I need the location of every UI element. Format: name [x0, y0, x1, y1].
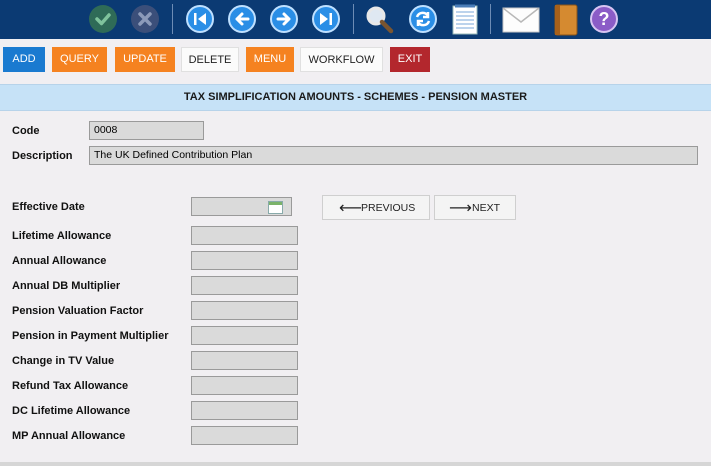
field-label: Change in TV Value — [12, 355, 115, 367]
refund-tax-allowance-input[interactable] — [191, 376, 298, 395]
code-field[interactable]: 0008 — [89, 121, 204, 140]
annual-allowance-input[interactable] — [191, 251, 298, 270]
pension-in-payment-multiplier-input[interactable] — [191, 326, 298, 345]
field-label: Pension Valuation Factor — [12, 305, 144, 317]
action-bar: ADD QUERY UPDATE DELETE MENU WORKFLOW EX… — [0, 39, 711, 83]
workflow-button[interactable]: WORKFLOW — [300, 47, 383, 72]
arrow-left-icon: ⟵ — [339, 200, 362, 217]
field-label: DC Lifetime Allowance — [12, 405, 131, 417]
notes-icon[interactable] — [450, 4, 480, 35]
field-label: Annual DB Multiplier — [12, 280, 121, 292]
pension-valuation-factor-input[interactable] — [191, 301, 298, 320]
toolbar-separator — [353, 4, 354, 34]
mp-annual-allowance-input[interactable] — [191, 426, 298, 445]
next-label: NEXT — [472, 202, 501, 214]
field-label: MP Annual Allowance — [12, 430, 126, 442]
effective-date-label: Effective Date — [12, 201, 85, 213]
update-button[interactable]: UPDATE — [115, 47, 175, 72]
next-button[interactable]: ⟶ NEXT — [434, 195, 516, 220]
toolbar-separator — [172, 4, 173, 34]
dc-lifetime-allowance-input[interactable] — [191, 401, 298, 420]
arrow-right-icon: ⟶ — [449, 200, 472, 217]
field-label: Refund Tax Allowance — [12, 380, 129, 392]
toolbar-separator — [490, 4, 491, 34]
field-label: Annual Allowance — [12, 255, 107, 267]
top-toolbar: ? — [0, 0, 711, 39]
description-label: Description — [12, 150, 73, 162]
help-icon[interactable]: ? — [589, 4, 619, 34]
cancel-icon[interactable] — [130, 4, 160, 34]
effective-date-field[interactable] — [191, 197, 292, 216]
accept-icon[interactable] — [88, 4, 118, 34]
delete-button[interactable]: DELETE — [181, 47, 239, 72]
code-label: Code — [12, 125, 40, 137]
search-icon[interactable] — [364, 4, 394, 34]
page-title: TAX SIMPLIFICATION AMOUNTS - SCHEMES - P… — [0, 84, 711, 111]
lifetime-allowance-input[interactable] — [191, 226, 298, 245]
book-icon[interactable] — [551, 4, 581, 36]
previous-label: PREVIOUS — [361, 202, 416, 214]
calendar-icon[interactable] — [268, 201, 283, 214]
annual-db-multiplier-input[interactable] — [191, 276, 298, 295]
mail-icon[interactable] — [502, 4, 540, 34]
query-button[interactable]: QUERY — [52, 47, 107, 72]
bottom-border — [0, 462, 711, 466]
menu-button[interactable]: MENU — [246, 47, 294, 72]
last-record-icon[interactable] — [311, 4, 341, 34]
description-field[interactable]: The UK Defined Contribution Plan — [89, 146, 698, 165]
field-label: Lifetime Allowance — [12, 230, 112, 242]
exit-button[interactable]: EXIT — [390, 47, 430, 72]
previous-button[interactable]: ⟵ PREVIOUS — [322, 195, 430, 220]
next-record-icon[interactable] — [269, 4, 299, 34]
first-record-icon[interactable] — [185, 4, 215, 34]
previous-record-icon[interactable] — [227, 4, 257, 34]
add-button[interactable]: ADD — [3, 47, 45, 72]
refresh-icon[interactable] — [408, 4, 438, 34]
change-in-tv-value-input[interactable] — [191, 351, 298, 370]
field-label: Pension in Payment Multiplier — [12, 330, 169, 342]
